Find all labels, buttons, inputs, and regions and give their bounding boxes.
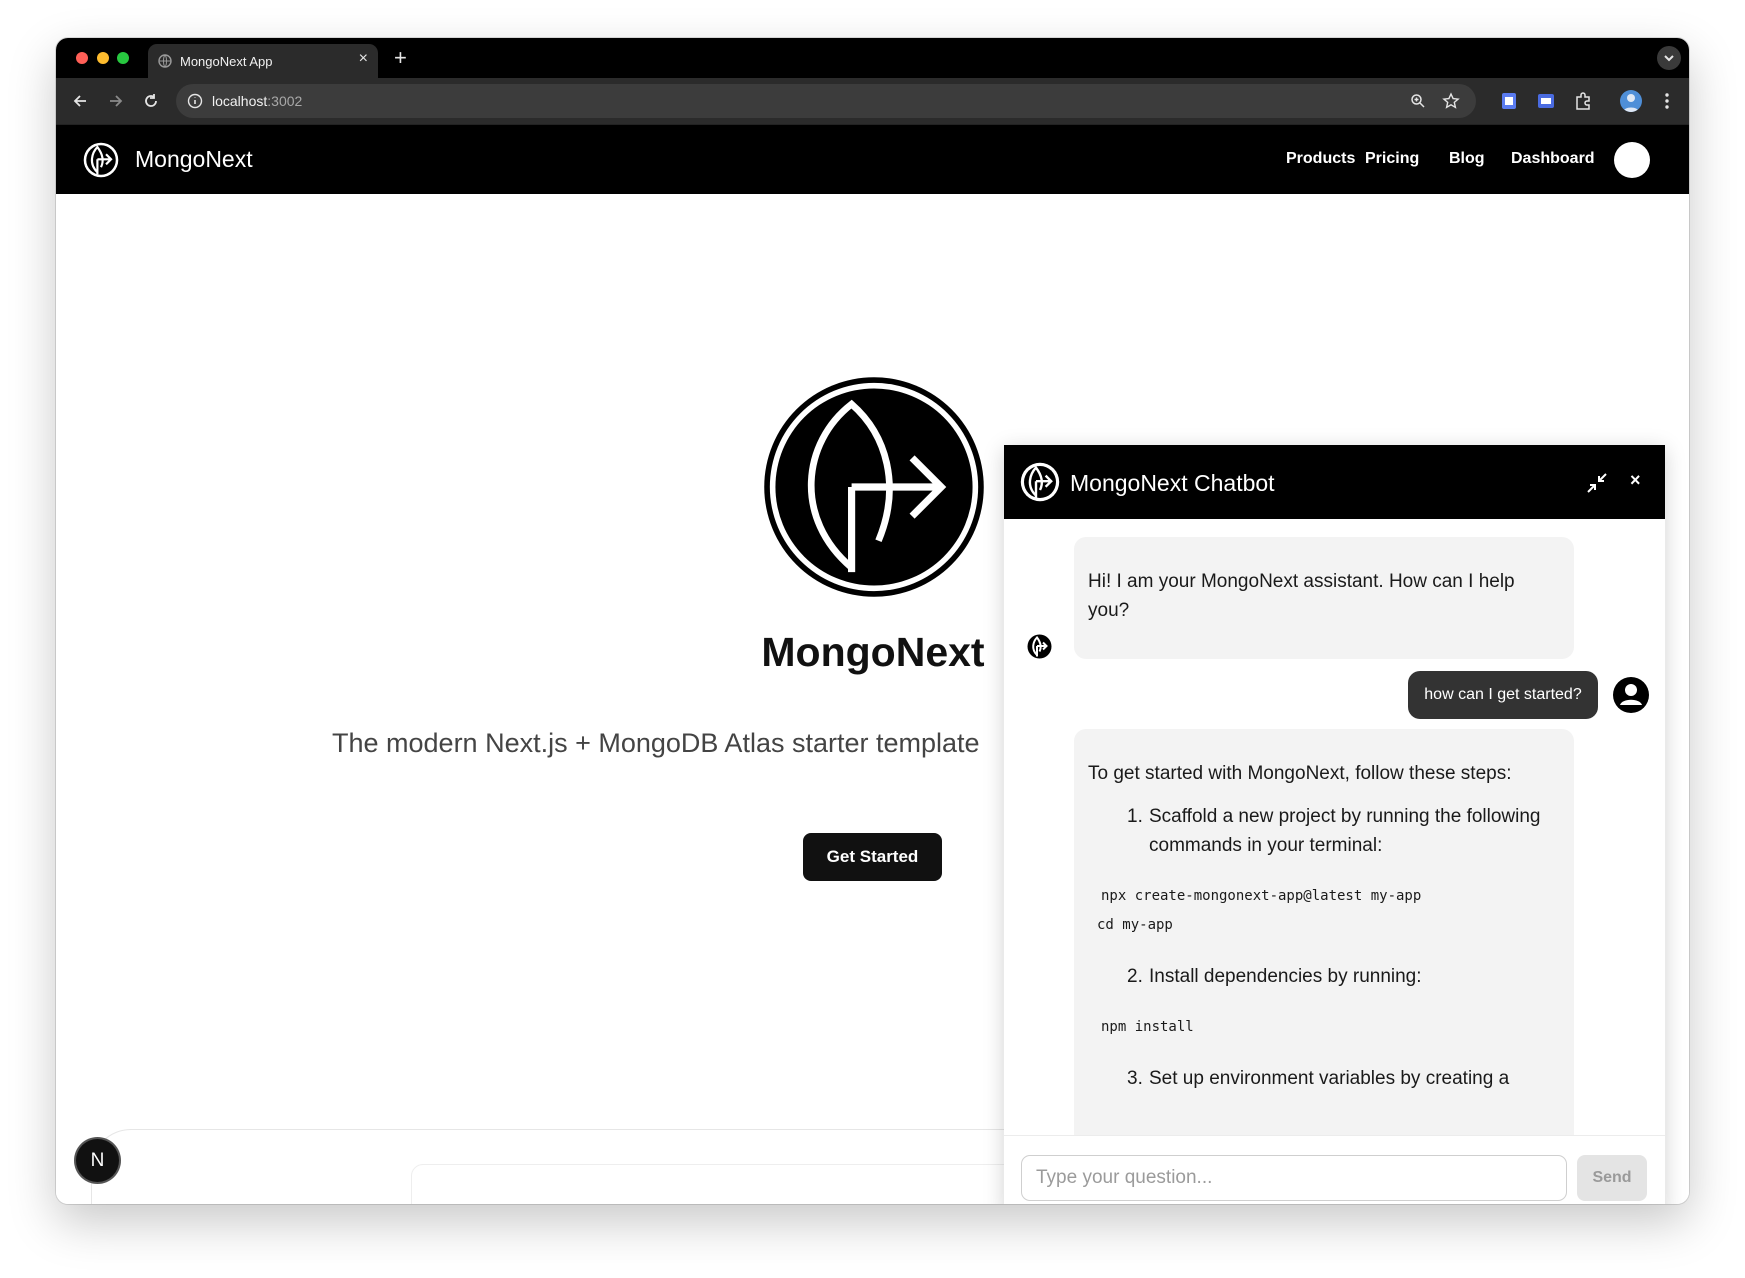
bot-reply: To get started with MongoNext, follow th… [1074,729,1574,1135]
profile-avatar[interactable] [1620,90,1642,112]
reply-step-3: 3. Set up environment variables by creat… [1088,1064,1560,1093]
reply-intro: To get started with MongoNext, follow th… [1088,763,1512,784]
chatbot-header: MongoNext Chatbot × [1004,445,1665,519]
chevron-down-icon [1664,55,1674,62]
site-info-icon[interactable] [187,93,203,109]
bookmark-star-icon[interactable] [1442,92,1460,110]
nav-products[interactable]: Products [1286,150,1355,168]
user-avatar[interactable] [1614,142,1650,178]
hero-logo-icon [764,377,984,597]
forward-icon[interactable] [106,91,126,111]
mongonext-logo-icon[interactable] [83,142,119,178]
send-button[interactable]: Send [1577,1155,1647,1201]
code-line: npx create-mongonext-app@latest my-app [1101,888,1422,904]
step-1-number: 1. [1127,806,1143,827]
page-viewport: MongoNext Products Pricing Blog Dashboar… [56,124,1689,1204]
nextjs-dev-badge[interactable]: N [76,1139,119,1182]
chatbot-logo-icon [1020,462,1060,502]
site-header: MongoNext Products Pricing Blog Dashboar… [56,124,1689,194]
hero-subtitle: The modern Next.js + MongoDB Atlas start… [332,728,980,758]
reload-icon[interactable] [141,91,161,111]
step-3-number: 3. [1127,1068,1143,1089]
url-host: localhost [212,93,268,109]
tab-search-button[interactable] [1657,46,1681,70]
url-text[interactable]: localhost:3002 [212,93,302,109]
maximize-window-button[interactable] [117,52,129,64]
browser-toolbar: localhost:3002 [56,78,1689,124]
person-icon [1623,94,1639,112]
nav-dashboard[interactable]: Dashboard [1511,150,1595,168]
minimize-window-button[interactable] [97,52,109,64]
user-message: how can I get started? [1408,671,1598,719]
extension-window-icon[interactable] [1536,91,1556,111]
chatbot-title: MongoNext Chatbot [1070,470,1275,496]
chat-input-area: Send [1004,1135,1665,1204]
chatbot-panel: MongoNext Chatbot × Hi! I am your MongoN… [1004,445,1665,1204]
code-line: cd my-app [1097,917,1173,933]
code-line: npm install [1101,1019,1194,1035]
code-block-1[interactable]: npx create-mongonext-app@latest my-app c… [1088,882,1560,940]
reply-step-2: 2. Install dependencies by running: [1088,962,1560,991]
tab-title: MongoNext App [180,54,273,69]
bot-message: Hi! I am your MongoNext assistant. How c… [1074,537,1574,659]
browser-window: MongoNext App × + localhost:3002 MongoNe… [56,38,1689,1204]
back-icon[interactable] [70,91,90,111]
close-window-button[interactable] [76,52,88,64]
minimize-chat-icon[interactable] [1586,472,1608,494]
browser-menu-icon[interactable] [1664,92,1670,110]
browser-tab[interactable]: MongoNext App × [148,44,378,78]
nav-blog[interactable]: Blog [1449,150,1485,168]
bot-avatar-icon [1027,634,1052,659]
question-input[interactable] [1021,1155,1567,1201]
browser-titlebar: MongoNext App × + [56,38,1689,78]
address-bar[interactable]: localhost:3002 [176,84,1476,118]
step-1-text: Scaffold a new project by running the fo… [1149,806,1541,856]
brand-name[interactable]: MongoNext [135,146,253,173]
globe-icon [158,54,172,68]
extensions-puzzle-icon[interactable] [1573,91,1593,111]
step-3-text: Set up environment variables by creating… [1149,1068,1510,1089]
tab-close-icon[interactable]: × [359,50,368,68]
extension-doc-icon[interactable] [1499,91,1519,111]
step-2-text: Install dependencies by running: [1149,966,1422,987]
chat-messages[interactable]: Hi! I am your MongoNext assistant. How c… [1004,519,1665,1135]
bot-greeting-text: Hi! I am your MongoNext assistant. How c… [1088,571,1515,621]
nav-pricing[interactable]: Pricing [1365,150,1419,168]
get-started-button[interactable]: Get Started [803,833,942,881]
close-chat-icon[interactable]: × [1630,470,1641,491]
user-avatar-icon [1613,677,1649,713]
step-2-number: 2. [1127,966,1143,987]
url-port: :3002 [267,93,303,109]
code-block-2[interactable]: npm install [1088,1013,1560,1042]
reply-step-1: 1. Scaffold a new project by running the… [1088,802,1560,860]
new-tab-button[interactable]: + [394,45,407,71]
screenshot-stage: MongoNext App × + localhost:3002 MongoNe… [0,0,1745,1278]
zoom-icon[interactable] [1410,93,1426,109]
